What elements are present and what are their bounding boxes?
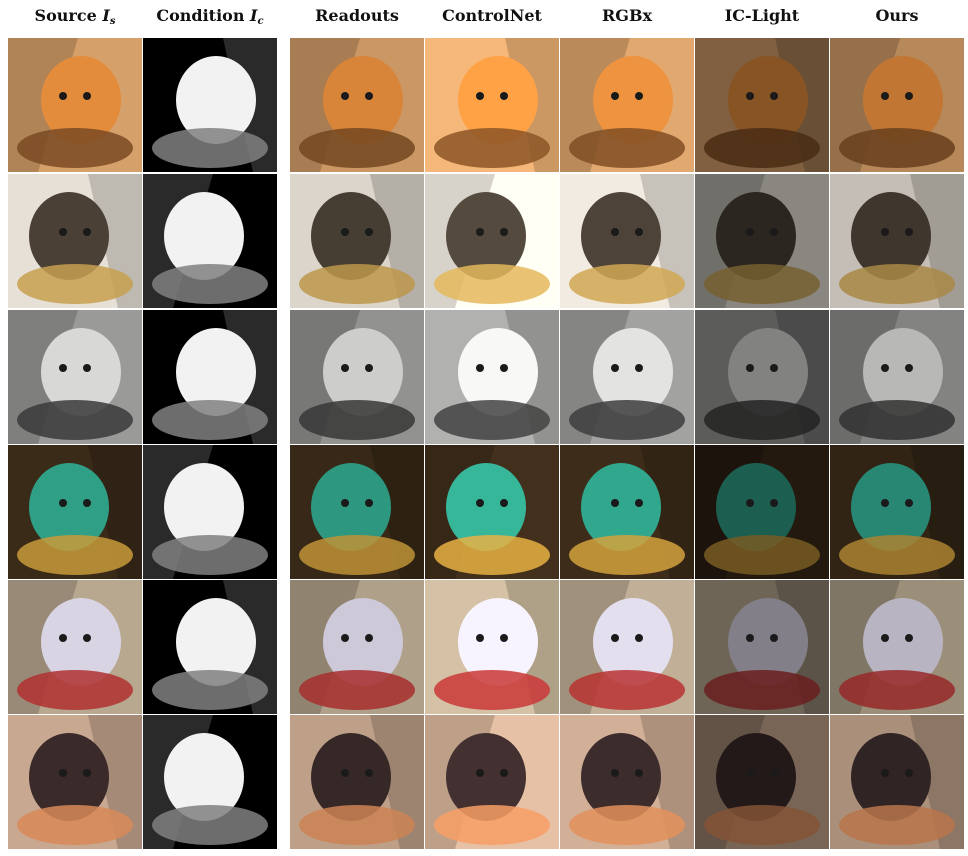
image-lion-sketch-source [8,174,142,308]
image-two-women-reading-condition [143,715,277,849]
image-two-women-reading-controlnet [425,715,559,849]
image-tabby-cat-controlnet [425,310,559,444]
image-shiba-dog-on-bread-controlnet [425,38,559,172]
image-tabby-cat-iclight [695,310,829,444]
image-shiba-dog-on-bread-readouts [290,38,424,172]
image-tabby-cat-ours [830,310,964,444]
image-lion-sketch-controlnet [425,174,559,308]
image-two-women-reading-readouts [290,715,424,849]
header-readouts: Readouts [315,6,399,25]
image-street-people-ours [830,580,964,714]
image-street-people-controlnet [425,580,559,714]
image-two-women-reading-ours [830,715,964,849]
image-woman-gold-headdress-condition [143,445,277,579]
image-street-people-condition [143,580,277,714]
header-condition: Condition Ic [156,6,264,27]
image-woman-gold-headdress-controlnet [425,445,559,579]
image-woman-gold-headdress-ours [830,445,964,579]
image-lion-sketch-readouts [290,174,424,308]
header-controlnet: ControlNet [442,6,542,25]
image-shiba-dog-on-bread-condition [143,38,277,172]
image-woman-gold-headdress-rgbx [560,445,694,579]
image-woman-gold-headdress-iclight [695,445,829,579]
image-lion-sketch-iclight [695,174,829,308]
image-woman-gold-headdress-readouts [290,445,424,579]
image-tabby-cat-rgbx [560,310,694,444]
image-lion-sketch-ours [830,174,964,308]
image-tabby-cat-source [8,310,142,444]
header-iclight: IC-Light [724,6,800,25]
image-woman-gold-headdress-source [8,445,142,579]
image-two-women-reading-iclight [695,715,829,849]
image-street-people-iclight [695,580,829,714]
header-ours: Ours [875,6,919,25]
image-shiba-dog-on-bread-ours [830,38,964,172]
image-street-people-readouts [290,580,424,714]
image-lion-sketch-condition [143,174,277,308]
image-street-people-source [8,580,142,714]
header-rgbx: RGBx [601,6,653,25]
image-shiba-dog-on-bread-iclight [695,38,829,172]
image-tabby-cat-readouts [290,310,424,444]
image-shiba-dog-on-bread-source [8,38,142,172]
image-shiba-dog-on-bread-rgbx [560,38,694,172]
image-tabby-cat-condition [143,310,277,444]
image-lion-sketch-rgbx [560,174,694,308]
image-two-women-reading-rgbx [560,715,694,849]
header-source: Source Is [34,6,116,27]
image-two-women-reading-source [8,715,142,849]
image-street-people-rgbx [560,580,694,714]
